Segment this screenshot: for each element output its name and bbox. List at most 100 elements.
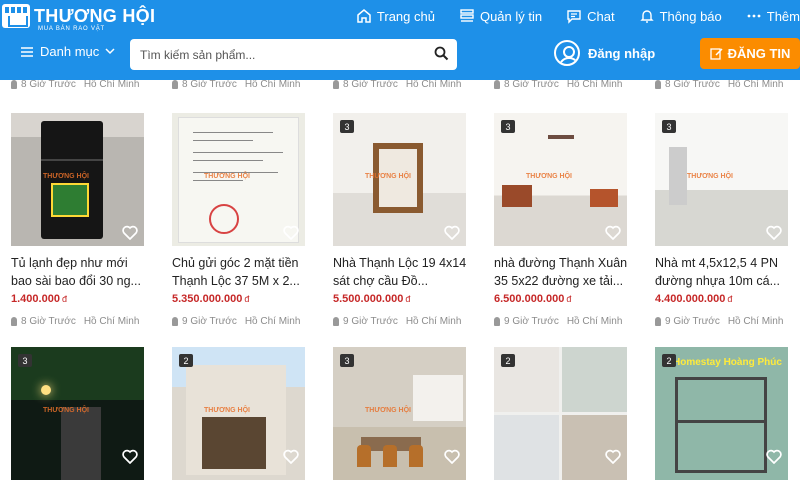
user-icon [494, 80, 500, 89]
heart-icon[interactable] [605, 225, 621, 240]
top-nav: Trang chủ Quản lý tin Chat Thông báo Thê… [356, 6, 800, 26]
bell-icon [639, 10, 654, 23]
photo-count-badge: 3 [18, 354, 32, 367]
listing-card[interactable]: THƯƠNG HỘI Chủ gửi góc 2 mặt tiền Thạnh … [161, 113, 322, 328]
listing-card[interactable]: 3 THƯƠNG HỘI [0, 347, 161, 480]
nav-home[interactable]: Trang chủ [356, 8, 435, 24]
post-time: 9 Giờ Trước [343, 315, 398, 327]
listing-price: 5.500.000.000 đ [333, 293, 411, 305]
post-time: 8 Giờ Trước [182, 80, 237, 90]
listing-card[interactable]: 3 THƯƠNG HỘI Nhà Thạnh Lộc 19 4x14 sát c… [322, 113, 483, 328]
photo-overlay-text: Homestay Hoàng Phúc [673, 357, 782, 368]
list-item[interactable]: 8 Giờ Trước Hồ Chí Minh [161, 80, 322, 93]
user-icon [333, 80, 339, 89]
listing-photo[interactable]: THƯƠNG HỘI [11, 113, 144, 246]
watermark: THƯƠNG HỘI [204, 173, 250, 180]
edit-icon [709, 48, 723, 60]
post-ad-label: ĐĂNG TIN [727, 46, 791, 61]
chevron-down-icon [105, 48, 115, 55]
heart-icon[interactable] [605, 449, 621, 464]
post-location: Hồ Chí Minh [727, 315, 784, 327]
post-location: Hồ Chí Minh [405, 315, 462, 327]
user-avatar-icon [554, 40, 580, 66]
heart-icon[interactable] [122, 225, 138, 240]
listing-price: 6.500.000.000 đ [494, 293, 572, 305]
nav-notify[interactable]: Thông báo [639, 8, 722, 24]
list-item[interactable]: 8 Giờ Trước Hồ Chí Minh [483, 80, 644, 93]
watermark: THƯƠNG HỘI [365, 173, 411, 180]
listing-title[interactable]: nhà đường Thạnh Xuân 35 5x22 đường xe tả… [494, 254, 634, 290]
listing-photo[interactable]: 3 THƯƠNG HỘI [11, 347, 144, 480]
photo-count-badge: 2 [662, 354, 676, 367]
top-meta-row: 8 Giờ Trước Hồ Chí Minh 8 Giờ Trước Hồ Chí… [0, 80, 800, 93]
listing-card[interactable]: 3 THƯƠNG HỘI [322, 347, 483, 480]
user-icon [172, 80, 178, 89]
list-item[interactable]: 8 Giờ Trước Hồ Chí Minh [322, 80, 483, 93]
heart-icon[interactable] [766, 449, 782, 464]
post-time: 8 Giờ Trước [665, 80, 720, 90]
post-time: 8 Giờ Trước [504, 80, 559, 90]
brand-name: THƯƠNG HỘI [34, 6, 156, 26]
photo-count-badge: 3 [501, 120, 515, 133]
listing-row: THƯƠNG HỘI Tủ lạnh đẹp như mới bao sài b… [0, 113, 800, 328]
listing-card[interactable]: 3 THƯƠNG HỘI nhà đường Thạnh Xuân 35 5x2… [483, 113, 644, 328]
search-icon[interactable] [434, 46, 449, 61]
listing-photo[interactable]: THƯƠNG HỘI [172, 113, 305, 246]
search-input[interactable] [140, 45, 420, 64]
photo-count-badge: 3 [340, 120, 354, 133]
photo-count-badge: 2 [501, 354, 515, 367]
heart-icon[interactable] [283, 449, 299, 464]
listing-card[interactable]: 3 THƯƠNG HỘI Nhà mt 4,5x12,5 4 PN đường … [644, 113, 800, 328]
listing-price: 5.350.000.000 đ [172, 293, 250, 305]
heart-icon[interactable] [766, 225, 782, 240]
post-time: 9 Giờ Trước [665, 315, 720, 327]
listing-photo[interactable]: 2 [494, 347, 627, 480]
post-location: Hồ Chí Minh [244, 80, 301, 90]
listing-row: 3 THƯƠNG HỘI 2 THƯƠNG HỘI 3 THƯƠNG HỘI 2… [0, 347, 800, 480]
shop-logo-icon [2, 4, 30, 28]
user-icon [333, 316, 339, 326]
logo[interactable]: THƯƠNG HỘI MUA BÁN RAO VẶT [2, 4, 156, 32]
listing-card[interactable]: THƯƠNG HỘI Tủ lạnh đẹp như mới bao sài b… [0, 113, 161, 328]
user-icon [494, 316, 500, 326]
listing-card[interactable]: 2 [483, 347, 644, 480]
post-location: Hồ Chí Minh [727, 80, 784, 90]
login-link[interactable]: Đăng nhập [554, 40, 655, 66]
category-button[interactable]: Danh mục [20, 44, 121, 59]
post-location: Hồ Chí Minh [566, 315, 623, 327]
listing-title[interactable]: Nhà Thạnh Lộc 19 4x14 sát chợ cầu Đồ... [333, 254, 473, 290]
user-icon [172, 316, 178, 326]
listing-card[interactable]: 2 THƯƠNG HỘI [161, 347, 322, 480]
post-location: Hồ Chí Minh [244, 315, 301, 327]
watermark: THƯƠNG HỘI [204, 407, 250, 414]
heart-icon[interactable] [283, 225, 299, 240]
user-icon [11, 316, 17, 326]
listing-title[interactable]: Nhà mt 4,5x12,5 4 PN đường nhựa 10m cá..… [655, 254, 795, 290]
listing-photo[interactable]: 2 THƯƠNG HỘI [172, 347, 305, 480]
listing-title[interactable]: Chủ gửi góc 2 mặt tiền Thạnh Lộc 37 5M x… [172, 254, 312, 290]
watermark: THƯƠNG HỘI [526, 173, 572, 180]
listing-photo[interactable]: 3 THƯƠNG HỘI [655, 113, 788, 246]
nav-chat[interactable]: Chat [566, 8, 615, 24]
list-item[interactable]: 8 Giờ Trước Hồ Chí Minh [644, 80, 800, 93]
listing-card[interactable]: Homestay Hoàng Phúc 2 [644, 347, 800, 480]
listing-photo[interactable]: 3 THƯƠNG HỘI [333, 347, 466, 480]
category-label: Danh mục [40, 44, 100, 59]
nav-more[interactable]: Thêm [746, 8, 800, 24]
listing-photo[interactable]: 3 THƯƠNG HỘI [494, 113, 627, 246]
photo-count-badge: 3 [662, 120, 676, 133]
listing-photo[interactable]: Homestay Hoàng Phúc 2 [655, 347, 788, 480]
listing-grid: 8 Giờ Trước Hồ Chí Minh 8 Giờ Trước Hồ Chí… [0, 80, 800, 491]
user-icon [11, 80, 17, 89]
heart-icon[interactable] [444, 449, 460, 464]
post-ad-button[interactable]: ĐĂNG TIN [700, 38, 800, 69]
photo-count-badge: 3 [340, 354, 354, 367]
listing-title[interactable]: Tủ lạnh đẹp như mới bao sài bao đổi 30 n… [11, 254, 151, 290]
heart-icon[interactable] [122, 449, 138, 464]
listing-price: 1.400.000 đ [11, 293, 67, 305]
search-box [130, 39, 457, 70]
listing-photo[interactable]: 3 THƯƠNG HỘI [333, 113, 466, 246]
list-item[interactable]: 8 Giờ Trước Hồ Chí Minh [0, 80, 161, 93]
nav-manage[interactable]: Quản lý tin [459, 8, 542, 24]
heart-icon[interactable] [444, 225, 460, 240]
